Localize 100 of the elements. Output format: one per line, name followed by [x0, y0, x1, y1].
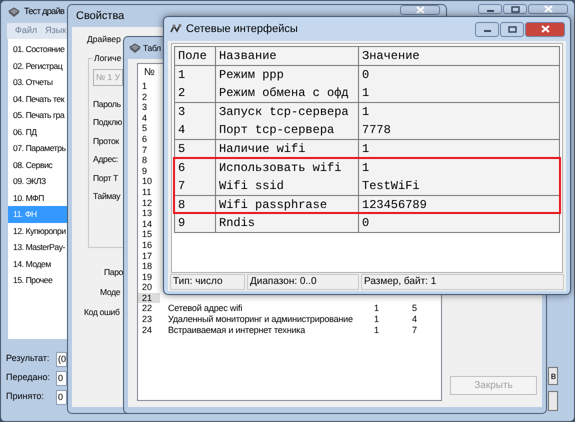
- nav-item[interactable]: 14. Модем: [8, 256, 68, 272]
- minimize-button[interactable]: [478, 4, 502, 14]
- table-cell: Порт tcp-сервера: [216, 121, 359, 140]
- side-button[interactable]: в: [548, 367, 558, 385]
- column-header: №: [144, 66, 156, 80]
- row-number[interactable]: 11: [138, 186, 160, 198]
- field-label: Передано:: [6, 371, 52, 384]
- row-number[interactable]: 4: [138, 112, 160, 124]
- table-cell: 1: [359, 84, 560, 104]
- table-cell-text: 1: [374, 314, 380, 325]
- maximize-button[interactable]: [500, 22, 524, 36]
- table-cell: 0: [359, 66, 560, 85]
- row-number[interactable]: 15: [138, 229, 160, 240]
- table-cell: Rndis: [216, 214, 359, 234]
- value-field[interactable]: 0: [56, 390, 67, 404]
- row-number[interactable]: 22: [138, 303, 160, 314]
- nav-item[interactable]: 12. Купюропри: [8, 222, 68, 239]
- network-icon: [170, 23, 182, 35]
- window-title: Свойства: [76, 8, 124, 24]
- field-label: Адрес:: [93, 153, 118, 166]
- close-icon: [540, 25, 550, 33]
- row-number[interactable]: 6: [138, 134, 160, 145]
- row-name: Сетевой адрес wifi: [168, 303, 244, 314]
- nav-item[interactable]: 01. Состояние: [8, 41, 68, 58]
- status-text: Тип: число: [170, 274, 245, 290]
- printer-icon: [128, 42, 141, 54]
- value-field[interactable]: 0: [56, 370, 67, 386]
- maximize-icon: [510, 6, 520, 12]
- close-button[interactable]: [400, 5, 440, 15]
- field-label: Паро: [104, 266, 124, 278]
- column-header: Значение: [359, 47, 560, 66]
- window-title: Табл: [143, 42, 161, 54]
- table-cell: Wifi ssid: [216, 177, 359, 196]
- table-cell-text: 1: [374, 324, 380, 336]
- row-number[interactable]: 17: [138, 250, 160, 262]
- value-field[interactable]: (0: [56, 352, 67, 366]
- nav-item[interactable]: 08. Сервис: [8, 156, 68, 173]
- row-number[interactable]: 8: [138, 155, 160, 166]
- tab[interactable]: Драйвер: [86, 33, 122, 46]
- maximize-icon: [508, 26, 516, 32]
- table-cell: 1: [175, 66, 216, 85]
- nav-item[interactable]: 06. ПД: [8, 124, 68, 140]
- window-title: Тест драйв: [24, 5, 64, 18]
- maximize-button[interactable]: [503, 4, 527, 14]
- table-cell: 6: [175, 158, 216, 178]
- column-header: Поле: [175, 47, 216, 66]
- row-number[interactable]: 7: [138, 144, 160, 156]
- nav-item[interactable]: 07. Параметрь: [8, 140, 68, 156]
- field-label: Подклю: [93, 116, 122, 129]
- row-number[interactable]: 5: [138, 123, 160, 134]
- table-cell: 0: [359, 214, 560, 234]
- table-cell: 2: [175, 84, 216, 104]
- close-button[interactable]: [525, 22, 565, 36]
- minimize-button[interactable]: [475, 22, 499, 36]
- table-cell: 4: [175, 121, 216, 140]
- table-cell: 3: [175, 102, 216, 122]
- table-cell: TestWiFi: [359, 177, 560, 196]
- row-number[interactable]: 14: [138, 218, 160, 230]
- field-label: Проток: [93, 134, 119, 148]
- window-title: Сетевые интерфейсы: [186, 22, 299, 37]
- row-number[interactable]: 9: [138, 166, 160, 176]
- row-number[interactable]: 13: [138, 208, 160, 219]
- nav-item[interactable]: 13. MasterPay-: [8, 239, 68, 256]
- status-text: Диапазон: 0..0: [247, 274, 359, 290]
- nav-item[interactable]: 02. Регистрац: [8, 58, 68, 74]
- field-label: Таймау: [93, 190, 120, 203]
- nav-item[interactable]: 05. Печать гра: [8, 107, 68, 124]
- table-cell: 5: [412, 303, 418, 314]
- nav-item[interactable]: 03. Отчеты: [8, 74, 68, 90]
- nav-item[interactable]: 15. Прочее: [8, 272, 68, 288]
- table-cell: 9: [175, 214, 216, 234]
- button-edge: [548, 391, 558, 411]
- table-cell: 7: [412, 324, 418, 336]
- row-number[interactable]: 20: [138, 282, 160, 293]
- row-number[interactable]: 18: [138, 261, 160, 272]
- nav-item[interactable]: 04. Печать тек: [8, 90, 68, 107]
- field-label: Пароль: [93, 98, 121, 110]
- row-number[interactable]: 21: [138, 292, 160, 304]
- row-name: Встраиваемая и интернет техника: [168, 324, 306, 336]
- table-cell: 1: [359, 102, 560, 122]
- nav-item[interactable]: 09. ЭКЛЗ: [8, 173, 68, 190]
- row-number[interactable]: 19: [138, 272, 160, 282]
- close-icon: [416, 6, 424, 14]
- row-number[interactable]: 2: [138, 92, 160, 102]
- row-number[interactable]: 1: [138, 81, 160, 92]
- row-number[interactable]: 3: [138, 102, 160, 113]
- row-number[interactable]: 24: [138, 324, 160, 336]
- close-button[interactable]: [528, 4, 568, 14]
- column-header: Название: [216, 47, 359, 66]
- table-cell-text: 1: [374, 303, 380, 314]
- nav-item[interactable]: 10. МФП: [8, 190, 68, 206]
- row-number[interactable]: 10: [138, 176, 160, 187]
- row-number[interactable]: 12: [138, 198, 160, 208]
- printer-icon: [7, 6, 20, 18]
- table-cell: Запуск tcp-сервера: [216, 102, 359, 122]
- table-cell: 4: [412, 314, 418, 325]
- row-number[interactable]: 23: [138, 314, 160, 325]
- row-name: Удаленный мониторинг и администрирование: [168, 314, 354, 325]
- row-number[interactable]: 16: [138, 240, 160, 250]
- field-label: Моде: [100, 286, 120, 298]
